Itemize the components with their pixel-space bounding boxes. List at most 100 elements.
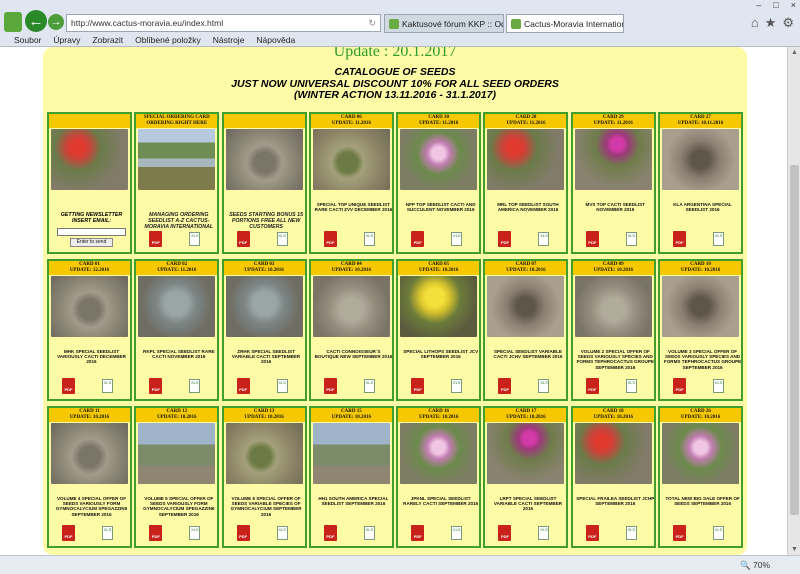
xls-download-icon[interactable]: XLS bbox=[538, 379, 550, 393]
cactus-photo[interactable] bbox=[487, 423, 565, 484]
cactus-photo[interactable] bbox=[312, 276, 390, 337]
seed-card[interactable]: CARD 28 UPDATE: 11.2016 MRL TOP SEEDLIST S… bbox=[483, 112, 569, 254]
xls-download-icon[interactable]: XLS bbox=[538, 232, 550, 246]
cactus-photo[interactable] bbox=[487, 129, 565, 190]
seed-card[interactable]: CARD 09 UPDATE: 10.2016 VOLUME 2 SPECIAL O… bbox=[570, 259, 656, 401]
menu-zobrazit[interactable]: Zobrazit bbox=[92, 35, 123, 45]
address-bar[interactable]: http://www.cactus-moravia.eu/index.html … bbox=[66, 14, 381, 32]
xls-download-icon[interactable]: XLS bbox=[451, 379, 463, 393]
cactus-photo[interactable] bbox=[51, 129, 128, 190]
seed-card[interactable]: CARD 29 UPDATE: 11.2016 MVS TOP CACTI SEED… bbox=[570, 112, 656, 254]
xls-download-icon[interactable]: XLS bbox=[538, 526, 550, 540]
vertical-scrollbar[interactable]: ▲ ▼ bbox=[787, 47, 800, 555]
seed-card[interactable]: CARD 17 UPDATE: 10.2016 LRPT SPECIAL SEEDL… bbox=[483, 406, 569, 548]
xls-download-icon[interactable]: XLS bbox=[189, 526, 201, 540]
seed-card[interactable]: CARD 06 UPDATE: 11.2016 SPECIAL TOP UNIQUE… bbox=[308, 112, 394, 254]
cactus-photo[interactable] bbox=[487, 276, 565, 337]
menu-napoveda[interactable]: Nápověda bbox=[256, 35, 295, 45]
xls-download-icon[interactable]: XLS bbox=[102, 379, 113, 393]
seed-card[interactable]: CARD 30 UPDATE: 11.2016 NFP TOP SEEDLIST C… bbox=[396, 112, 482, 254]
pdf-download-icon[interactable]: PDF bbox=[411, 378, 425, 394]
favorites-star-icon[interactable]: ★ bbox=[765, 15, 777, 31]
tab-kaktusove-forum[interactable]: Kaktusové fórum KKP :: Odpov... bbox=[384, 14, 504, 33]
seed-card[interactable]: CARD 26 UPDATE: 10.2016 TOTAL NEW BIG SALE… bbox=[658, 406, 744, 548]
cactus-photo[interactable] bbox=[662, 423, 740, 484]
pdf-download-icon[interactable]: PDF bbox=[62, 525, 75, 541]
tab-cactus-moravia[interactable]: Cactus-Moravia International × bbox=[506, 14, 624, 33]
menu-soubor[interactable]: Soubor bbox=[14, 35, 41, 45]
xls-download-icon[interactable]: XLS bbox=[189, 379, 201, 393]
pdf-download-icon[interactable]: PDF bbox=[149, 525, 163, 541]
pdf-download-icon[interactable]: PDF bbox=[149, 378, 163, 394]
seed-card[interactable]: CARD 18 UPDATE: 10.2016 SPECIAL FRAILEA SE… bbox=[570, 406, 656, 548]
newsletter-send-button[interactable]: Enter to send bbox=[70, 238, 113, 247]
xls-download-icon[interactable]: XLS bbox=[363, 379, 375, 393]
pdf-download-icon[interactable]: PDF bbox=[498, 231, 512, 247]
cactus-photo[interactable] bbox=[138, 129, 216, 190]
pdf-download-icon[interactable]: PDF bbox=[149, 231, 163, 247]
cactus-photo[interactable] bbox=[574, 423, 652, 484]
seed-card[interactable]: CARD 03 UPDATE: 10.2016 ZRHK SPECIAL SEEDL… bbox=[221, 259, 307, 401]
scroll-down-icon[interactable]: ▼ bbox=[791, 546, 798, 553]
xls-download-icon[interactable]: XLS bbox=[276, 526, 288, 540]
pdf-download-icon[interactable]: PDF bbox=[411, 525, 425, 541]
cactus-photo[interactable] bbox=[312, 423, 390, 484]
pdf-download-icon[interactable]: PDF bbox=[323, 378, 337, 394]
xls-download-icon[interactable]: XLS bbox=[713, 526, 725, 540]
xls-download-icon[interactable]: XLS bbox=[189, 232, 201, 246]
zoom-level[interactable]: 🔍 70% bbox=[740, 560, 770, 571]
xls-download-icon[interactable]: XLS bbox=[276, 232, 288, 246]
seed-card[interactable]: CARD 27 UPDATE: 10.11.2016 KLA ARGENTINA S… bbox=[658, 112, 744, 254]
cactus-photo[interactable] bbox=[400, 129, 478, 190]
pdf-download-icon[interactable]: PDF bbox=[236, 378, 250, 394]
minimize-icon[interactable]: – bbox=[756, 0, 761, 10]
xls-download-icon[interactable]: XLS bbox=[625, 526, 637, 540]
seed-card[interactable]: CARD 02 UPDATE: 11.2016 RKPL SPECIAL SEEDL… bbox=[134, 259, 220, 401]
xls-download-icon[interactable]: XLS bbox=[451, 232, 463, 246]
xls-download-icon[interactable]: XLS bbox=[451, 526, 463, 540]
pdf-download-icon[interactable]: PDF bbox=[585, 378, 599, 394]
pdf-download-icon[interactable]: PDF bbox=[323, 525, 337, 541]
seed-card[interactable]: SPECIAL ORDERING CARD ORDERING RIGHT HERE… bbox=[134, 112, 220, 254]
maximize-icon[interactable]: □ bbox=[773, 0, 778, 10]
home-icon[interactable]: ⌂ bbox=[751, 15, 759, 31]
forward-button[interactable]: → bbox=[48, 14, 64, 30]
seed-card[interactable]: CARD 11 UPDATE: 10.2016 VOLUME 4 SPECIAL O… bbox=[47, 406, 132, 548]
seed-card[interactable]: CARD 04 UPDATE: 10.2016 CACTI CONNOISSEUR´… bbox=[308, 259, 394, 401]
cactus-photo[interactable] bbox=[225, 129, 303, 190]
cactus-photo[interactable] bbox=[312, 129, 390, 190]
pdf-download-icon[interactable]: PDF bbox=[236, 231, 250, 247]
seed-card[interactable]: SEEDS STARTING BONUS 15 PORTIONS FREE AL… bbox=[221, 112, 307, 254]
seed-card[interactable]: CARD 10 UPDATE: 10.2016 VOLUME 3 SPECIAL O… bbox=[658, 259, 744, 401]
pdf-download-icon[interactable]: PDF bbox=[498, 525, 512, 541]
seed-card[interactable]: CARD 16 UPDATE: 10.2016 JPKNL SPECIAL SEED… bbox=[396, 406, 482, 548]
refresh-icon[interactable]: ↻ bbox=[368, 18, 376, 29]
menu-nastroje[interactable]: Nástroje bbox=[213, 35, 245, 45]
cactus-photo[interactable] bbox=[662, 276, 740, 337]
seed-card[interactable]: CARD 05 UPDATE: 10.2016 SPECIAL LITHOPS SE… bbox=[396, 259, 482, 401]
pdf-download-icon[interactable]: PDF bbox=[498, 378, 512, 394]
back-button[interactable]: ← bbox=[25, 10, 47, 32]
xls-download-icon[interactable]: XLS bbox=[713, 379, 725, 393]
cactus-photo[interactable] bbox=[138, 423, 216, 484]
pdf-download-icon[interactable]: PDF bbox=[585, 525, 599, 541]
settings-gear-icon[interactable]: ⚙ bbox=[782, 15, 794, 31]
pdf-download-icon[interactable]: PDF bbox=[673, 231, 687, 247]
newsletter-email-input[interactable] bbox=[57, 228, 126, 236]
pdf-download-icon[interactable]: PDF bbox=[673, 525, 687, 541]
cactus-photo[interactable] bbox=[662, 129, 740, 190]
seed-card[interactable]: CARD 12 UPDATE: 10.2016 VOLUME 5 SPECIAL O… bbox=[134, 406, 220, 548]
seed-card[interactable]: CARD 01 UPDATE: 12.2016 MHK SPECIAL SEEDLI… bbox=[47, 259, 132, 401]
seed-card[interactable]: CARD 13 UPDATE: 10.2016 VOLUME 6 SPECIAL O… bbox=[221, 406, 307, 548]
cactus-photo[interactable] bbox=[574, 129, 652, 190]
pdf-download-icon[interactable]: PDF bbox=[585, 231, 599, 247]
scroll-thumb[interactable] bbox=[790, 165, 799, 515]
menu-upravy[interactable]: Úpravy bbox=[53, 35, 80, 45]
pdf-download-icon[interactable]: PDF bbox=[236, 525, 250, 541]
pdf-download-icon[interactable]: PDF bbox=[62, 378, 75, 394]
xls-download-icon[interactable]: XLS bbox=[102, 526, 113, 540]
cactus-photo[interactable] bbox=[400, 276, 478, 337]
seed-card[interactable]: CARD 15 UPDATE: 10.2016 HH1 SOUTH AMERICA … bbox=[308, 406, 394, 548]
cactus-photo[interactable] bbox=[225, 423, 303, 484]
cactus-photo[interactable] bbox=[574, 276, 652, 337]
